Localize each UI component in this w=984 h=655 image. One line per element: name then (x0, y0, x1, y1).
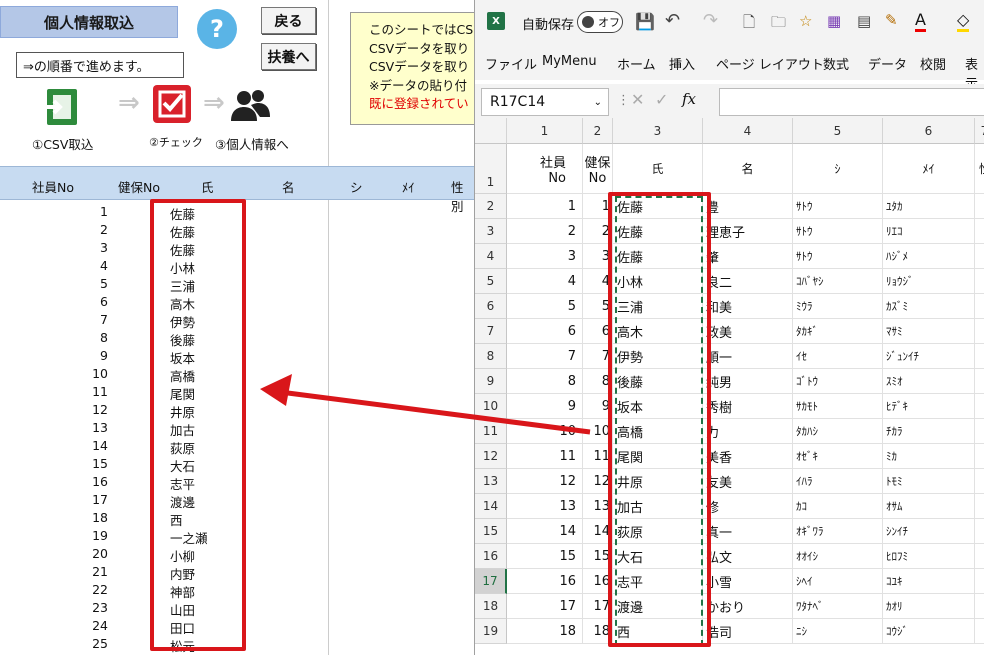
arrow-overlay (260, 374, 591, 435)
arrow-line (279, 389, 591, 435)
arrowhead-icon (260, 374, 292, 406)
